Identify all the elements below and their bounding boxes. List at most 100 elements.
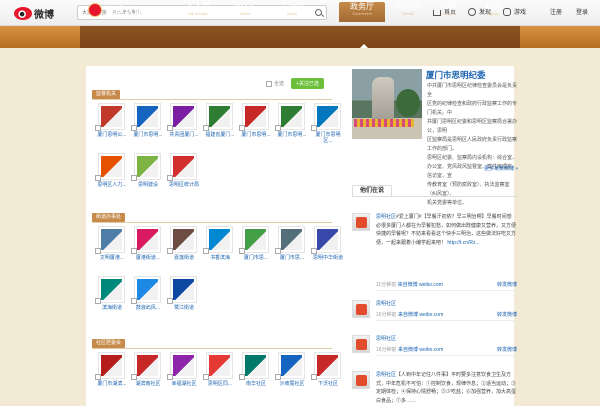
post-source[interactable]: 来自微博 weibo.com <box>398 282 443 288</box>
org-card[interactable]: 厦门市思明... <box>239 103 273 151</box>
org-select-checkbox[interactable] <box>95 125 101 131</box>
banner-tab-2[interactable]: 品牌馆 Brand <box>269 2 315 22</box>
org-select-checkbox[interactable] <box>131 125 137 131</box>
org-card[interactable]: 厦门市思明... <box>275 103 309 151</box>
post-avatar[interactable] <box>352 300 370 318</box>
org-avatar[interactable] <box>170 226 197 253</box>
org-card[interactable]: 湖滨南社区 <box>131 352 165 400</box>
org-card-name[interactable]: 鹭江街道 <box>167 305 201 311</box>
post-source[interactable]: 来自微博 weibo.com <box>398 312 443 318</box>
tab-they-say[interactable]: 他们在说 <box>352 185 392 196</box>
org-select-checkbox[interactable] <box>275 248 281 254</box>
org-select-checkbox[interactable] <box>203 374 209 380</box>
post-author[interactable]: 思明社区 <box>376 301 396 307</box>
org-card-name[interactable]: 鼓浪屿风... <box>131 305 165 311</box>
org-card[interactable]: 共青团厦门... <box>167 103 201 151</box>
org-select-checkbox[interactable] <box>311 248 317 254</box>
org-card[interactable]: 滨海街道 <box>95 276 129 324</box>
org-avatar[interactable] <box>134 276 161 303</box>
org-avatar[interactable] <box>98 226 125 253</box>
org-card[interactable]: 厦门市思明区... <box>311 103 345 151</box>
org-card[interactable]: 思明区同... <box>203 352 237 400</box>
org-card-name[interactable]: 厦门思明公... <box>95 132 129 138</box>
org-select-checkbox[interactable] <box>95 248 101 254</box>
org-card-name[interactable]: 厦门市思明... <box>131 132 165 138</box>
post-author[interactable]: 思明社区 <box>376 336 396 342</box>
org-card[interactable]: 思明建设 <box>131 153 165 201</box>
org-card[interactable]: 厦门市思... <box>275 226 309 274</box>
org-card-name[interactable]: 幸福湖社区 <box>167 381 201 387</box>
post-source[interactable]: 来自微博 weibo.com <box>398 347 443 353</box>
org-select-checkbox[interactable] <box>131 175 137 181</box>
follow-selected-button[interactable]: +关注已选 <box>291 78 324 89</box>
org-card-name[interactable]: 书香滨海 <box>203 255 237 261</box>
org-avatar[interactable] <box>170 352 197 379</box>
banner-tab-0[interactable]: 名人堂 Hall of Fame <box>175 2 221 22</box>
org-card[interactable]: 南华社区 <box>239 352 273 400</box>
org-avatar[interactable] <box>314 226 341 253</box>
org-card-name[interactable]: 沙坡尾社区 <box>275 381 309 387</box>
org-avatar[interactable] <box>98 103 125 130</box>
org-card-name[interactable]: 厦门市思... <box>275 255 309 261</box>
org-card[interactable]: 嘉莲街道 <box>167 226 201 274</box>
org-avatar[interactable] <box>170 153 197 180</box>
weibo-logo[interactable]: 微博 <box>14 5 54 21</box>
org-avatar[interactable] <box>98 153 125 180</box>
org-avatar[interactable] <box>206 352 233 379</box>
org-avatar[interactable] <box>134 226 161 253</box>
org-card-name[interactable]: 福建省厦门... <box>203 132 237 138</box>
org-card[interactable]: 沙坡尾社区 <box>275 352 309 400</box>
org-select-checkbox[interactable] <box>167 125 173 131</box>
org-card[interactable]: 书香滨海 <box>203 226 237 274</box>
org-card[interactable]: 厦门市思明... <box>131 103 165 151</box>
org-card-name[interactable]: 厦门市思明区... <box>311 132 345 144</box>
org-card[interactable]: 思明区统计局 <box>167 153 201 201</box>
org-avatar[interactable] <box>278 226 305 253</box>
org-card-name[interactable]: 南华社区 <box>239 381 273 387</box>
org-select-checkbox[interactable] <box>167 248 173 254</box>
org-select-checkbox[interactable] <box>275 125 281 131</box>
org-card[interactable]: 福建省厦门... <box>203 103 237 151</box>
org-card-name[interactable]: 思明建设 <box>131 182 165 188</box>
org-avatar[interactable] <box>98 276 125 303</box>
org-card[interactable]: 厦门市思... <box>239 226 273 274</box>
org-avatar[interactable] <box>170 276 197 303</box>
org-select-checkbox[interactable] <box>239 125 245 131</box>
org-avatar[interactable] <box>134 153 161 180</box>
post-avatar[interactable] <box>352 213 370 231</box>
org-select-checkbox[interactable] <box>275 374 281 380</box>
org-card[interactable]: 思明区人力... <box>95 153 129 201</box>
org-select-checkbox[interactable] <box>203 125 209 131</box>
org-select-checkbox[interactable] <box>95 175 101 181</box>
org-card[interactable]: 厦门市湖滨... <box>95 352 129 400</box>
org-select-checkbox[interactable] <box>203 248 209 254</box>
org-avatar[interactable] <box>278 352 305 379</box>
select-all-checkbox[interactable]: 全选 <box>266 80 284 87</box>
org-card-name[interactable]: 下沃社区 <box>311 381 345 387</box>
org-avatar[interactable] <box>170 103 197 130</box>
org-select-checkbox[interactable] <box>239 374 245 380</box>
org-card[interactable]: 鹭江街道 <box>167 276 201 324</box>
org-select-checkbox[interactable] <box>131 248 137 254</box>
org-avatar[interactable] <box>278 103 305 130</box>
banner-tab-6[interactable]: 机构 Agency <box>470 2 516 22</box>
org-card-name[interactable]: 文明厦港... <box>95 255 129 261</box>
org-card[interactable]: 厦港街道... <box>131 226 165 274</box>
register-link[interactable]: 注册 <box>550 7 562 16</box>
org-card-name[interactable]: 嘉莲街道 <box>167 255 201 261</box>
org-avatar[interactable] <box>314 352 341 379</box>
post-author[interactable]: 思明社区 <box>376 214 396 220</box>
org-select-checkbox[interactable] <box>167 298 173 304</box>
org-select-checkbox[interactable] <box>131 298 137 304</box>
org-select-checkbox[interactable] <box>311 374 317 380</box>
org-card-name[interactable]: 厦港街道... <box>131 255 165 261</box>
org-card-name[interactable]: 厦门市思明... <box>239 132 273 138</box>
org-avatar[interactable] <box>206 226 233 253</box>
org-avatar[interactable] <box>134 352 161 379</box>
org-card[interactable]: 厦门思明公... <box>95 103 129 151</box>
org-select-checkbox[interactable] <box>311 125 317 131</box>
org-card[interactable]: 文明厦港... <box>95 226 129 274</box>
search-icon[interactable] <box>315 9 322 16</box>
org-avatar[interactable] <box>134 103 161 130</box>
org-avatar[interactable] <box>242 226 269 253</box>
